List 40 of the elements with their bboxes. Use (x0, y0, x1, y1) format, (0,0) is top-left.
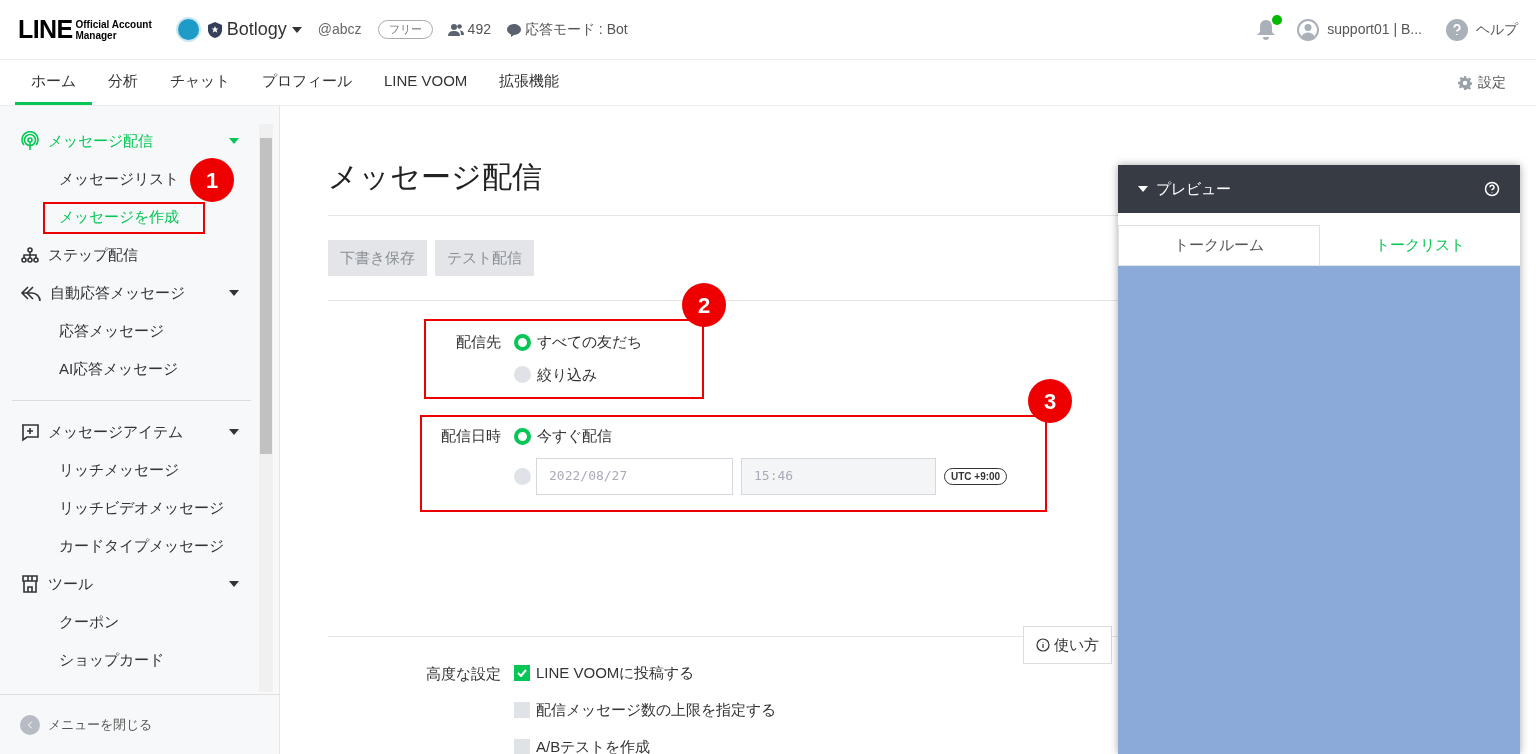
settings-link[interactable]: 設定 (1458, 60, 1521, 105)
nav-tab[interactable]: 分析 (92, 60, 154, 105)
preview-tab[interactable]: トークルーム (1118, 225, 1320, 265)
sidebar-group[interactable]: メッセージアイテム (12, 413, 251, 451)
account-name[interactable]: Botlogy (226, 16, 287, 43)
help-button[interactable]: 使い方 (1023, 626, 1112, 664)
sidebar-item[interactable]: メッセージリスト (59, 167, 179, 191)
help-link[interactable]: ヘルプ (1476, 19, 1518, 40)
nav-tab[interactable]: プロフィール (246, 60, 368, 105)
field-label: 配信先 (455, 332, 502, 352)
sidebar-item[interactable]: リッチメッセージ (59, 458, 179, 482)
sidebar-group[interactable]: ステップ配信 (12, 236, 251, 274)
sidebar-item[interactable]: カードタイプメッセージ (59, 534, 224, 558)
field-label: 配信日時 (440, 426, 502, 446)
nav-tab[interactable]: LINE VOOM (368, 60, 484, 105)
sidebar-item[interactable]: AI応答メッセージ (59, 357, 179, 381)
step-number-badge: 3 (1028, 379, 1072, 423)
checkbox-label: 配信メッセージ数の上限を指定する (536, 699, 776, 720)
nav-tab[interactable]: チャット (154, 60, 246, 105)
user-name[interactable]: support01 | B... (1327, 19, 1422, 40)
response-mode: 応答モード : Bot (524, 20, 628, 39)
checkbox-label: LINE VOOMに投稿する (536, 662, 695, 683)
sidebar-group[interactable]: 自動応答メッセージ (12, 274, 251, 312)
sidebar-item[interactable]: リッチビデオメッセージ (59, 496, 224, 520)
field-label: 高度な設定 (425, 664, 502, 684)
step-number-badge: 2 (682, 283, 726, 327)
sidebar-item[interactable]: ショップカード (59, 648, 164, 672)
close-menu-link[interactable]: メニューを閉じる (48, 714, 152, 735)
account-handle: @abcz (317, 20, 362, 39)
step-number-badge: 1 (190, 158, 234, 202)
radio-label: すべての友だち (537, 332, 642, 352)
checkbox-label: A/Bテストを作成 (536, 736, 651, 754)
friends-count: 492 (467, 20, 491, 39)
radio-label: 今すぐ配信 (537, 426, 612, 446)
nav-tab[interactable]: 拡張機能 (483, 60, 576, 105)
sidebar-group[interactable]: ツール (12, 565, 251, 603)
preview-title: プレビュー (1156, 178, 1232, 199)
sidebar-item[interactable]: クーポン (59, 610, 119, 634)
sidebar-item[interactable]: 応答メッセージ (59, 319, 164, 343)
radio-label: 絞り込み (537, 364, 597, 385)
